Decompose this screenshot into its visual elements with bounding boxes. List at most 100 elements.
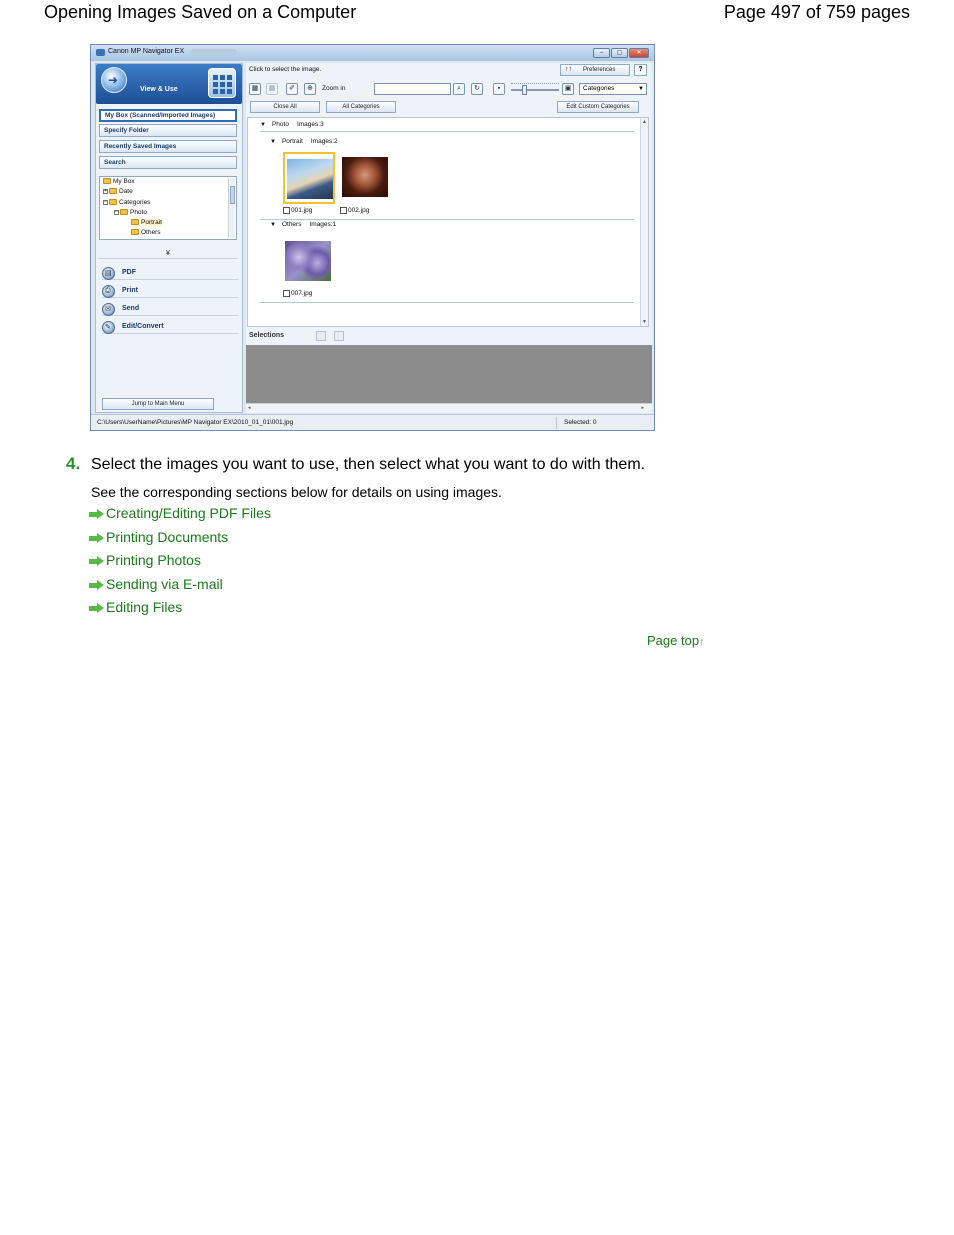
close-all-button[interactable]: Close All	[250, 101, 320, 113]
selections-clear-icon[interactable]	[334, 331, 344, 341]
thumbnail-002[interactable]	[340, 152, 392, 204]
action-print[interactable]: ⎙ Print	[102, 284, 238, 298]
app-logo-icon	[96, 49, 105, 56]
group-divider	[260, 219, 634, 220]
checkbox[interactable]	[283, 207, 290, 214]
nav-my-box[interactable]: My Box (Scanned/Imported Images)	[99, 109, 237, 122]
small-thumbnail-icon[interactable]: ▪	[493, 83, 505, 95]
expand-actions-chevron-icon[interactable]: ¥	[99, 249, 237, 259]
step-description: See the corresponding sections below for…	[91, 484, 502, 500]
page-top-link[interactable]: Page top↑	[647, 633, 705, 648]
group-others[interactable]: ▼ Others Images:1	[270, 221, 336, 228]
close-button[interactable]: ✕	[629, 48, 649, 58]
tree-item-photo[interactable]: − Photo	[114, 209, 147, 216]
help-button[interactable]: ?	[634, 64, 647, 76]
tree-item-others[interactable]: Others	[131, 229, 161, 236]
group-portrait[interactable]: ▼ Portrait Images:2	[270, 138, 338, 145]
green-arrow-icon	[89, 508, 104, 520]
maximize-button[interactable]: ▢	[611, 48, 628, 58]
collapse-triangle-icon: ▼	[270, 222, 276, 228]
link-editing-files[interactable]: Editing Files	[89, 599, 182, 615]
expand-icon[interactable]: +	[103, 188, 108, 194]
deselect-icon[interactable]: ▦	[266, 83, 278, 95]
up-arrow-icon: ↑	[699, 636, 705, 648]
selections-area[interactable]	[246, 345, 652, 403]
large-thumbnail-icon[interactable]: ▣	[562, 83, 574, 95]
preferences-button[interactable]: ↑↑ Preferences	[560, 64, 630, 76]
pencil-icon: ✎	[102, 321, 115, 334]
thumbnail-001[interactable]	[283, 152, 335, 204]
status-bar: C:\Users\UserName\Pictures\MP Navigator …	[91, 414, 654, 430]
edit-tools-icon[interactable]: ✐	[286, 83, 298, 95]
page-number: Page 497 of 759 pages	[723, 2, 910, 22]
thumbnail-scrollbar[interactable]: ▲ ▼	[640, 118, 648, 326]
checkbox[interactable]	[340, 207, 347, 214]
collapse-triangle-icon: ▼	[270, 139, 276, 145]
folder-icon	[109, 188, 117, 195]
collapse-icon[interactable]: −	[114, 209, 119, 215]
nav-specify-folder[interactable]: Specify Folder	[99, 124, 237, 137]
action-edit-convert[interactable]: ✎ Edit/Convert	[102, 320, 238, 334]
minimize-button[interactable]: –	[593, 48, 610, 58]
page-title: Opening Images Saved on a Computer	[44, 2, 357, 22]
category-button-row: Close All All Categories Edit Custom Cat…	[246, 101, 652, 115]
pdf-icon: ▤	[102, 267, 115, 280]
select-all-icon[interactable]: ▦	[249, 83, 261, 95]
tree-item-categories[interactable]: − Categories	[103, 199, 150, 206]
action-send[interactable]: ✉ Send	[102, 302, 238, 316]
link-creating-editing-pdf[interactable]: Creating/Editing PDF Files	[89, 505, 271, 521]
tree-item-date[interactable]: + Date	[103, 188, 133, 195]
flowers-photo-image	[285, 241, 331, 281]
navigator-logo-icon[interactable]: ➜	[101, 67, 127, 93]
scroll-thumb[interactable]	[230, 186, 235, 204]
action-label: Send	[122, 305, 140, 312]
slider-handle[interactable]	[522, 85, 527, 95]
folder-tree[interactable]: My Box + Date − Categories − Photo Portrait…	[99, 176, 237, 240]
file-checkbox-001[interactable]: 001.jpg	[283, 207, 312, 214]
refresh-icon[interactable]: ↻	[471, 83, 483, 95]
step-text: Select the images you want to use, then …	[91, 456, 646, 473]
edit-custom-categories-button[interactable]: Edit Custom Categories	[557, 101, 639, 113]
tree-scrollbar[interactable]	[228, 178, 235, 238]
scroll-left-icon: ◂	[248, 405, 251, 411]
scroll-right-icon: ▸	[641, 405, 644, 411]
tree-item-my-box[interactable]: My Box	[103, 178, 135, 185]
slider-ticks	[511, 83, 559, 86]
app-window-screenshot: Canon MP Navigator EX – ▢ ✕ ➜ View & Use…	[90, 44, 655, 431]
search-icon[interactable]: ⌕	[453, 83, 465, 95]
file-checkbox-007[interactable]: 007.jpg	[283, 290, 312, 297]
zoom-in-label[interactable]: Zoom in	[322, 85, 345, 92]
action-pdf[interactable]: ▤ PDF	[102, 266, 238, 280]
green-arrow-icon	[89, 579, 104, 591]
selections-scrollbar[interactable]: ◂ ▸	[246, 403, 652, 413]
tree-item-portrait[interactable]: Portrait	[131, 219, 162, 226]
collapse-icon[interactable]: −	[103, 199, 108, 205]
folder-icon	[109, 199, 117, 206]
link-printing-documents[interactable]: Printing Documents	[89, 529, 228, 545]
zoom-in-icon[interactable]: ⊕	[304, 83, 316, 95]
instruction-text: Click to select the image.	[249, 66, 322, 73]
group-photo[interactable]: ▼ Photo Images:3	[260, 121, 324, 128]
selections-grid-icon[interactable]	[316, 331, 326, 341]
category-select[interactable]: Categories ▼	[579, 83, 647, 95]
envelope-icon: ✉	[102, 303, 115, 316]
selections-bar: Selections	[246, 329, 652, 343]
checkbox[interactable]	[283, 290, 290, 297]
link-sending-email[interactable]: Sending via E-mail	[89, 576, 223, 592]
preferences-icon: ↑↑	[565, 66, 572, 73]
search-input[interactable]	[374, 83, 451, 95]
page-header: Opening Images Saved on a Computer Page …	[0, 0, 954, 26]
toolbar: ▦ ▦ ✐ ⊕ Zoom in ⌕ ↻ ▪ ▣ Categories ▼	[246, 81, 652, 97]
file-checkbox-002[interactable]: 002.jpg	[340, 207, 369, 214]
nav-recently-saved[interactable]: Recently Saved Images	[99, 140, 237, 153]
green-arrow-icon	[89, 532, 104, 544]
nav-search[interactable]: Search	[99, 156, 237, 169]
thumbnail-007[interactable]	[283, 236, 335, 288]
thumbnail-area[interactable]: ▼ Photo Images:3 ▼ Portrait Images:2 001.jpg…	[247, 117, 649, 327]
folder-icon	[120, 209, 128, 216]
window-titlebar: Canon MP Navigator EX – ▢ ✕	[91, 45, 654, 61]
link-printing-photos[interactable]: Printing Photos	[89, 552, 201, 568]
thumbnail-size-slider[interactable]	[511, 89, 559, 91]
jump-to-main-menu-button[interactable]: Jump to Main Menu	[102, 398, 214, 410]
all-categories-button[interactable]: All Categories	[326, 101, 396, 113]
